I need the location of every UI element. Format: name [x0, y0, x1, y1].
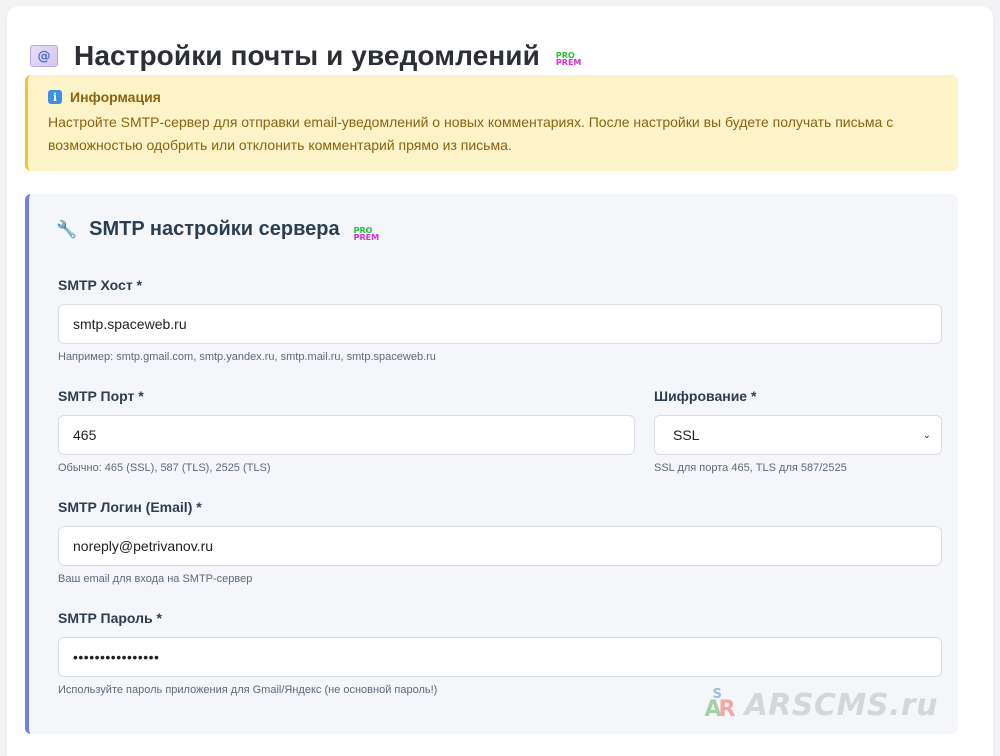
smtp-login-label: SMTP Логин (Email) * [58, 499, 202, 515]
mail-icon: @ [30, 45, 58, 67]
info-icon: i [48, 90, 62, 104]
badge-prem-text: PREM [353, 232, 380, 242]
smtp-login-hint: Ваш email для входа на SMTP-сервер [58, 573, 253, 585]
section-header: 🔧 SMTP настройки сервера PRO PREM [56, 218, 379, 241]
smtp-host-input[interactable] [58, 304, 942, 344]
smtp-section: 🔧 SMTP настройки сервера PRO PREM SMTP Х… [25, 194, 958, 734]
smtp-port-hint: Обычно: 465 (SSL), 587 (TLS), 2525 (TLS) [58, 462, 271, 474]
info-box: i Информация Настройте SMTP-сервер для о… [25, 75, 958, 171]
watermark-logo-icon: S A R [705, 687, 739, 723]
smtp-port-input[interactable] [58, 415, 635, 455]
info-title: i Информация [48, 89, 938, 105]
watermark-text: ARSCMS.ru [744, 688, 938, 723]
encryption-label: Шифрование * [654, 388, 757, 404]
encryption-select[interactable]: SSL ⌄ [654, 415, 942, 455]
encryption-hint: SSL для порта 465, TLS для 587/2525 [654, 462, 847, 474]
page-header: @ Настройки почты и уведомлений PRO PREM [30, 34, 581, 78]
section-pro-prem-badge: PRO PREM [353, 226, 380, 242]
wrench-icon: 🔧 [56, 219, 78, 240]
info-title-text: Информация [70, 89, 161, 105]
chevron-down-icon: ⌄ [922, 429, 931, 441]
smtp-password-input[interactable] [58, 637, 942, 677]
pro-prem-badge: PRO PREM [555, 52, 582, 67]
smtp-password-label: SMTP Пароль * [58, 610, 162, 626]
watermark-logo-r: R [718, 696, 736, 722]
smtp-port-label: SMTP Порт * [58, 388, 144, 404]
section-title: SMTP настройки сервера [89, 218, 340, 240]
smtp-password-hint: Используйте пароль приложения для Gmail/… [58, 684, 438, 696]
encryption-selected-value: SSL [673, 427, 700, 443]
watermark: S A R ARSCMS.ru [705, 687, 938, 724]
smtp-host-label: SMTP Хост * [58, 277, 143, 293]
info-text: Настройте SMTP-сервер для отправки email… [48, 114, 894, 153]
smtp-host-hint: Например: smtp.gmail.com, smtp.yandex.ru… [58, 351, 436, 363]
page-title: Настройки почты и уведомлений [74, 40, 540, 71]
badge-prem-text: PREM [555, 58, 582, 67]
smtp-login-input[interactable] [58, 526, 942, 566]
